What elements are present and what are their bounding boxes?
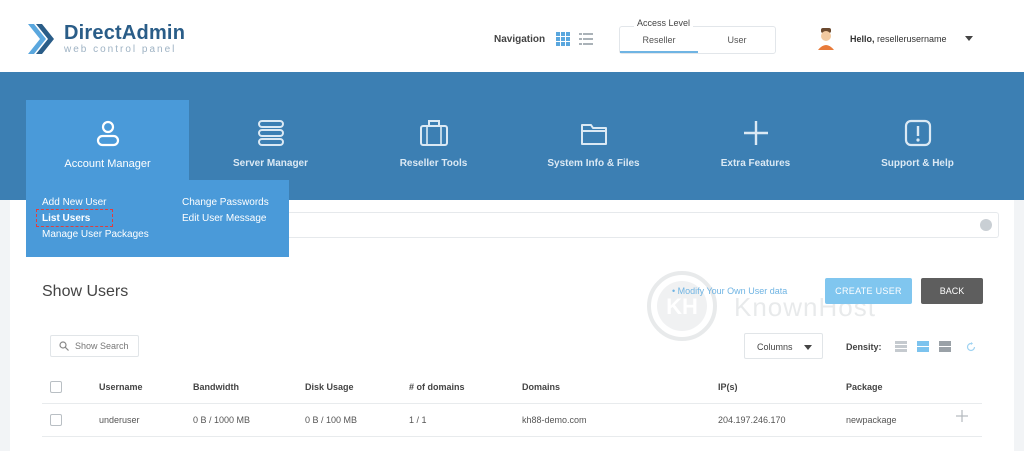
show-search-input[interactable]: Show Search — [50, 335, 139, 357]
column-header-ips[interactable]: IP(s) — [718, 382, 738, 392]
menu-extra-features[interactable]: Extra Features — [674, 100, 837, 180]
modify-own-user-data-link[interactable]: • Modify Your Own User data — [672, 286, 787, 296]
user-icon — [96, 120, 119, 147]
density-normal-icon[interactable] — [917, 341, 929, 352]
access-level-switch: Access Level Reseller User — [619, 18, 776, 54]
alert-icon — [904, 119, 931, 147]
menu-support-help[interactable]: Support & Help — [836, 100, 999, 180]
content-gutter-right — [1014, 200, 1024, 451]
list-view-icon[interactable] — [579, 32, 593, 46]
menu-label: Support & Help — [881, 158, 954, 169]
menu-label: Server Manager — [232, 158, 309, 169]
column-header-domains[interactable]: Domains — [522, 382, 560, 392]
column-header-disk-usage[interactable]: Disk Usage — [305, 382, 354, 392]
content-gutter-left — [0, 200, 10, 451]
clear-icon[interactable] — [980, 219, 992, 231]
column-header-package[interactable]: Package — [846, 382, 883, 392]
menu-label: Extra Features — [720, 158, 791, 169]
menu-label: Account Manager — [64, 158, 151, 170]
list-users-highlight-box — [36, 209, 113, 227]
server-icon — [257, 120, 284, 146]
svg-text:KH: KH — [666, 294, 698, 319]
cell-bandwidth: 0 B / 1000 MB — [193, 415, 251, 425]
account-manager-dropdown: Add New User List Users Manage User Pack… — [26, 180, 289, 257]
density-comfortable-icon[interactable] — [939, 341, 951, 352]
cell-domains[interactable]: kh88-demo.com — [522, 415, 587, 425]
dropdown-change-passwords[interactable]: Change Passwords — [182, 197, 269, 208]
table-row-divider — [42, 436, 982, 437]
dropdown-edit-user-message[interactable]: Edit User Message — [182, 213, 266, 224]
plus-icon — [743, 121, 768, 145]
density-compact-icon[interactable] — [895, 341, 907, 352]
directadmin-logo[interactable]: DirectAdmin web control panel — [26, 22, 185, 56]
search-placeholder: Show Search — [75, 341, 129, 351]
columns-dropdown[interactable]: Columns — [744, 333, 823, 359]
user-greeting[interactable]: Hello, resellerusername — [850, 34, 947, 44]
greeting-prefix: Hello, — [850, 34, 875, 44]
avatar[interactable] — [816, 28, 836, 50]
back-button[interactable]: BACK — [921, 278, 983, 304]
menu-label: System Info & Files — [547, 158, 640, 169]
row-checkbox[interactable] — [50, 414, 62, 426]
grid-view-icon[interactable] — [556, 32, 570, 46]
cell-ips: 204.197.246.170 — [718, 415, 786, 425]
select-all-checkbox[interactable] — [50, 381, 62, 393]
global-search-bar[interactable] — [289, 212, 999, 238]
user-menu-chevron-down-icon[interactable] — [965, 36, 973, 41]
cell-package: newpackage — [846, 415, 897, 425]
logo-arrow-icon — [28, 24, 54, 54]
access-option-user[interactable]: User — [698, 27, 776, 53]
logo-name: DirectAdmin — [64, 22, 186, 44]
dropdown-manage-user-packages[interactable]: Manage User Packages — [42, 229, 149, 240]
navigation-label: Navigation — [494, 34, 546, 45]
create-user-button[interactable]: CREATE USER — [825, 278, 912, 304]
search-icon — [59, 341, 69, 351]
menu-account-manager[interactable]: Account Manager — [26, 100, 189, 180]
briefcase-icon — [419, 120, 448, 146]
logo-subtitle: web control panel — [64, 44, 177, 55]
table-header-divider — [42, 403, 982, 404]
column-header-domain-count[interactable]: # of domains — [409, 382, 465, 392]
expand-row-plus-icon[interactable] — [955, 409, 969, 423]
columns-label: Columns — [757, 342, 793, 352]
watermark-logo-icon: KH — [647, 271, 717, 341]
top-header: DirectAdmin web control panel Navigation… — [0, 0, 1024, 72]
page-title: Show Users — [42, 283, 129, 300]
refresh-icon[interactable] — [966, 342, 976, 352]
density-label: Density: — [846, 342, 882, 352]
access-option-reseller[interactable]: Reseller — [620, 27, 698, 53]
column-header-bandwidth[interactable]: Bandwidth — [193, 382, 239, 392]
menu-label: Reseller Tools — [399, 158, 468, 169]
column-header-username[interactable]: Username — [99, 382, 143, 392]
greeting-username: resellerusername — [877, 34, 947, 44]
cell-username[interactable]: underuser — [99, 415, 140, 425]
menu-reseller-tools[interactable]: Reseller Tools — [352, 100, 515, 180]
chevron-down-icon — [804, 345, 812, 350]
cell-disk-usage: 0 B / 100 MB — [305, 415, 358, 425]
dropdown-add-new-user[interactable]: Add New User — [42, 197, 106, 208]
cell-domain-count: 1 / 1 — [409, 415, 427, 425]
folder-icon — [580, 124, 607, 145]
menu-system-info-files[interactable]: System Info & Files — [512, 100, 675, 180]
menu-server-manager[interactable]: Server Manager — [189, 100, 352, 180]
